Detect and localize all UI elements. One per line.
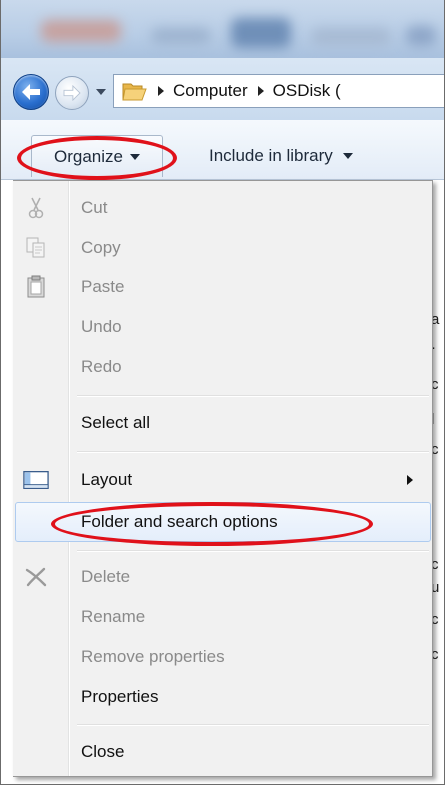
- recent-pages-dropdown[interactable]: [96, 89, 106, 95]
- menu-item-close[interactable]: Close: [15, 733, 431, 771]
- menu-item-label: Rename: [81, 607, 146, 626]
- include-label: Include in library: [209, 146, 333, 165]
- menu-item-delete[interactable]: Delete: [15, 558, 431, 596]
- menu-item-copy[interactable]: Copy: [15, 229, 431, 267]
- title-bar-blurred: [1, 0, 444, 58]
- menu-item-label: Layout: [81, 470, 133, 489]
- menu-item-label: Remove properties: [81, 647, 225, 666]
- menu-item-remove-properties[interactable]: Remove properties: [15, 638, 431, 676]
- breadcrumb-osdisk[interactable]: OSDisk (: [273, 81, 341, 101]
- menu-item-layout[interactable]: Layout: [15, 461, 431, 499]
- clipboard-icon: [23, 274, 49, 300]
- menu-item-cut[interactable]: Cut: [15, 189, 431, 227]
- menu-item-label: Copy: [81, 238, 121, 257]
- forward-arrow-icon: [63, 85, 81, 101]
- delete-x-icon: [23, 564, 49, 590]
- organize-label: Organize: [54, 146, 123, 166]
- chevron-down-icon: [129, 153, 140, 160]
- back-button[interactable]: [13, 74, 49, 110]
- menu-item-label: Folder and search options: [81, 512, 278, 531]
- breadcrumb-computer[interactable]: Computer: [173, 81, 248, 101]
- scissors-icon: [23, 195, 49, 221]
- menu-item-label: Select all: [81, 413, 150, 432]
- menu-separator: [77, 395, 429, 397]
- menu-item-rename[interactable]: Rename: [15, 598, 431, 636]
- back-arrow-icon: [22, 84, 40, 100]
- include-in-library-button[interactable]: Include in library: [209, 146, 353, 166]
- organize-button[interactable]: Organize: [31, 135, 163, 177]
- chevron-down-icon: [342, 153, 353, 159]
- menu-separator: [77, 724, 429, 726]
- forward-button[interactable]: [55, 76, 89, 110]
- menu-item-folder-and-search-options[interactable]: Folder and search options: [15, 502, 431, 542]
- menu-item-undo[interactable]: Undo: [15, 308, 431, 346]
- menu-separator: [77, 451, 429, 453]
- menu-item-label: Delete: [81, 567, 131, 586]
- breadcrumb-separator[interactable]: [257, 86, 264, 96]
- menu-item-select-all[interactable]: Select all: [15, 404, 431, 442]
- menu-item-label: Redo: [81, 357, 122, 376]
- menu-separator: [77, 550, 429, 552]
- menu-item-paste[interactable]: Paste: [15, 268, 431, 306]
- folder-icon: [122, 80, 148, 102]
- menu-item-label: Properties: [81, 687, 159, 706]
- explorer-window: Computer OSDisk ( Organize Include in li…: [0, 0, 445, 785]
- copy-icon: [23, 235, 49, 261]
- menu-item-label: Paste: [81, 277, 125, 296]
- address-bar[interactable]: Computer OSDisk (: [113, 74, 444, 108]
- menu-item-properties[interactable]: Properties: [15, 678, 431, 716]
- submenu-arrow-icon: [407, 475, 413, 485]
- menu-item-redo[interactable]: Redo: [15, 348, 431, 386]
- breadcrumb-separator[interactable]: [158, 86, 164, 96]
- menu-item-label: Cut: [81, 198, 108, 217]
- menu-item-label: Close: [81, 742, 125, 761]
- menu-item-label: Undo: [81, 317, 122, 336]
- layout-pane-icon: [23, 467, 49, 493]
